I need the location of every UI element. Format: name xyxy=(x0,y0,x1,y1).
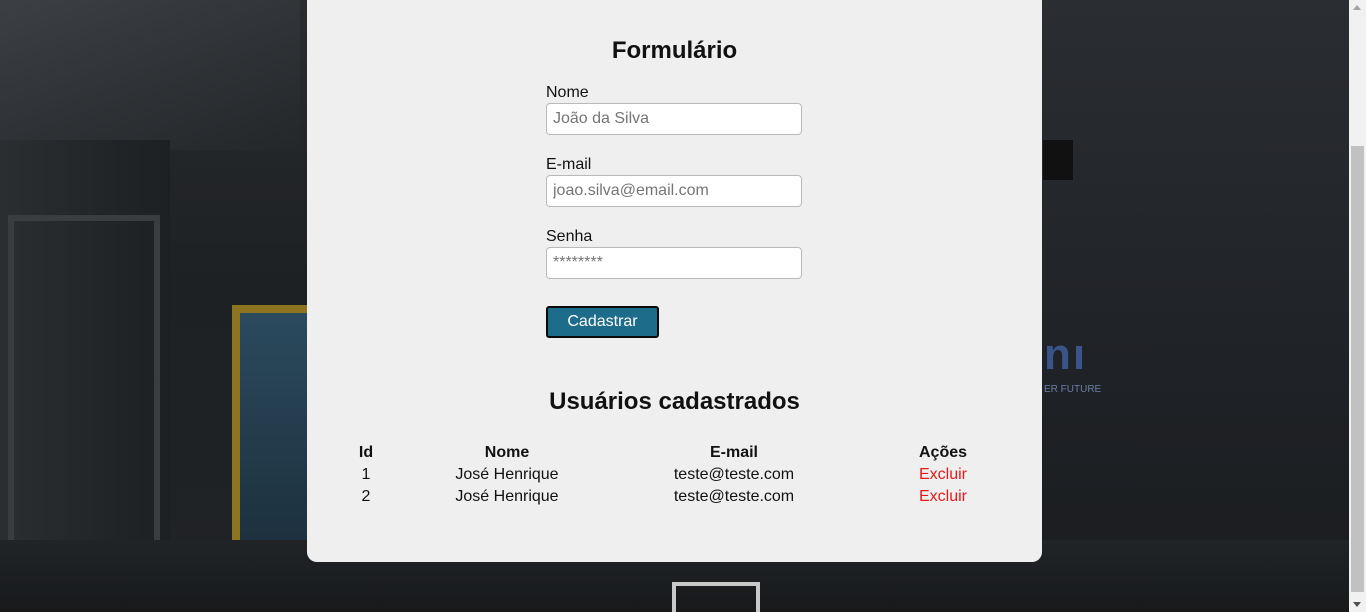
email-field-group: E-mail xyxy=(546,156,802,207)
register-button[interactable]: Cadastrar xyxy=(546,306,659,338)
name-input[interactable] xyxy=(546,103,802,135)
column-header-id: Id xyxy=(358,444,374,461)
cell-name: José Henrique xyxy=(455,488,559,505)
background-bottom-object xyxy=(672,582,760,612)
column-header-actions: Ações xyxy=(918,444,968,461)
password-label: Senha xyxy=(546,228,593,245)
page-scrollbar[interactable] xyxy=(1349,0,1366,612)
users-table: Id Nome E-mail Ações 1 José Henrique tes… xyxy=(327,442,1027,508)
cell-id: 1 xyxy=(361,466,371,483)
background-ceiling xyxy=(0,0,300,150)
email-label: E-mail xyxy=(546,156,592,173)
cell-name: José Henrique xyxy=(455,466,559,483)
password-field-group: Senha xyxy=(546,228,802,279)
email-input[interactable] xyxy=(546,175,802,207)
delete-user-link[interactable]: Excluir xyxy=(919,488,967,505)
name-field-group: Nome xyxy=(546,84,802,135)
scrollbar-thumb[interactable] xyxy=(1351,146,1364,592)
column-header-name: Nome xyxy=(484,444,530,461)
scroll-down-arrow-icon[interactable] xyxy=(1353,602,1361,607)
name-label: Nome xyxy=(546,84,589,101)
table-row: 1 José Henrique teste@teste.com Excluir xyxy=(327,464,1027,486)
background-lamp xyxy=(1043,140,1073,180)
background-wall-sign: nı xyxy=(1044,330,1088,379)
users-section-title: Usuários cadastrados xyxy=(549,388,800,415)
cell-email: teste@teste.com xyxy=(673,488,795,505)
scroll-up-arrow-icon[interactable] xyxy=(1353,5,1361,10)
password-input[interactable] xyxy=(546,247,802,279)
cell-actions: Excluir xyxy=(859,464,1027,486)
column-header-email: E-mail xyxy=(709,444,758,461)
cell-id: 2 xyxy=(361,488,371,505)
table-header-row: Id Nome E-mail Ações xyxy=(327,442,1027,464)
background-right-wall xyxy=(1042,0,1349,612)
background-wall-sign-subtitle: ER FUTURE xyxy=(1044,384,1102,395)
cell-actions: Excluir xyxy=(859,486,1027,508)
table-row: 2 José Henrique teste@teste.com Excluir xyxy=(327,486,1027,508)
background-yellow-frame xyxy=(232,305,318,561)
cell-email: teste@teste.com xyxy=(673,466,795,483)
form-card: Formulário Nome E-mail Senha Cadastrar U… xyxy=(307,0,1042,562)
form-title: Formulário xyxy=(611,37,738,64)
delete-user-link[interactable]: Excluir xyxy=(919,466,967,483)
